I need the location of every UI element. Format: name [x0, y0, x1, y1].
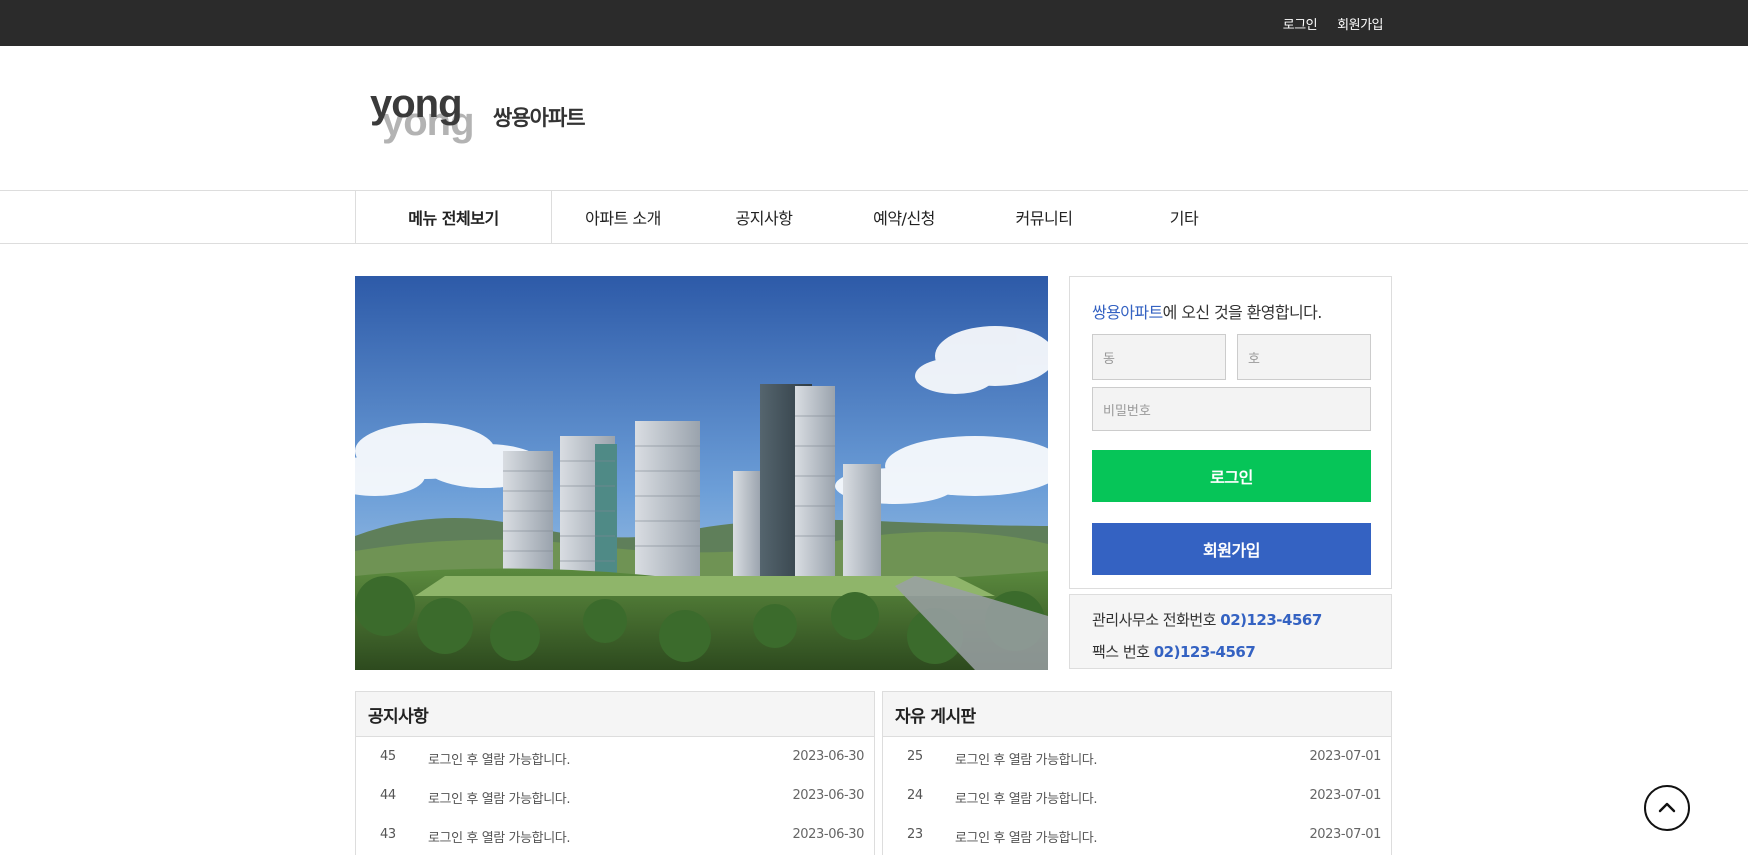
ho-placeholder: 호: [1248, 351, 1260, 367]
top-login-link[interactable]: 로그인: [1283, 14, 1318, 33]
chevron-up-icon: [1658, 802, 1676, 813]
logo-site-name: 쌍용아파트: [493, 106, 586, 130]
post-date: 2023-07-01: [1309, 827, 1381, 842]
main-nav: 메뉴 전체보기 아파트 소개 공지사항 예약/신청 커뮤니티 기타: [0, 190, 1748, 244]
post-date: 2023-06-30: [792, 749, 864, 764]
top-bar: 로그인 회원가입: [0, 0, 1748, 46]
hero-apartment-image: [355, 276, 1048, 670]
logo-mark-text: yong: [370, 82, 463, 126]
all-menu-button[interactable]: 메뉴 전체보기: [355, 191, 552, 243]
post-title[interactable]: 로그인 후 열람 가능합니다.: [428, 749, 570, 768]
free-board: 자유 게시판 25 로그인 후 열람 가능합니다. 2023-07-01 24 …: [882, 691, 1392, 855]
post-title[interactable]: 로그인 후 열람 가능합니다.: [955, 749, 1097, 768]
top-signup-link[interactable]: 회원가입: [1337, 14, 1383, 33]
list-item[interactable]: 45 로그인 후 열람 가능합니다. 2023-06-30: [356, 737, 874, 775]
password-placeholder: 비밀번호: [1103, 403, 1151, 419]
apartment-illustration: [355, 276, 1048, 670]
post-number: 44: [380, 788, 396, 803]
free-board-title[interactable]: 자유 게시판: [883, 692, 1391, 737]
welcome-text: 에 오신 것을 환영합니다.: [1162, 303, 1323, 322]
post-title[interactable]: 로그인 후 열람 가능합니다.: [428, 788, 570, 807]
fax-row: 팩스 번호 02)123-4567: [1092, 641, 1256, 662]
post-title[interactable]: 로그인 후 열람 가능합니다.: [955, 788, 1097, 807]
post-title[interactable]: 로그인 후 열람 가능합니다.: [955, 827, 1097, 846]
post-number: 43: [380, 827, 396, 842]
dong-input[interactable]: 동: [1092, 334, 1226, 380]
post-date: 2023-06-30: [792, 788, 864, 803]
office-phone-label: 관리사무소 전화번호: [1092, 611, 1216, 629]
post-date: 2023-06-30: [792, 827, 864, 842]
ho-input[interactable]: 호: [1237, 334, 1371, 380]
scroll-top-button[interactable]: [1644, 785, 1690, 831]
post-title[interactable]: 로그인 후 열람 가능합니다.: [428, 827, 570, 846]
fax-number: 02)123-4567: [1153, 643, 1256, 661]
post-number: 24: [907, 788, 923, 803]
nav-item-apartment-intro[interactable]: 아파트 소개: [552, 191, 694, 243]
office-phone-row: 관리사무소 전화번호 02)123-4567: [1092, 609, 1322, 630]
contact-info: 관리사무소 전화번호 02)123-4567 팩스 번호 02)123-4567: [1069, 594, 1392, 669]
welcome-brand: 쌍용아파트: [1092, 303, 1163, 322]
top-links: 로그인 회원가입: [1283, 0, 1384, 46]
list-item[interactable]: 24 로그인 후 열람 가능합니다. 2023-07-01: [883, 776, 1391, 814]
nav-item-notice[interactable]: 공지사항: [694, 191, 834, 243]
logo-mark: yong yong: [370, 82, 490, 148]
post-date: 2023-07-01: [1309, 749, 1381, 764]
post-date: 2023-07-01: [1309, 788, 1381, 803]
list-item[interactable]: 23 로그인 후 열람 가능합니다. 2023-07-01: [883, 815, 1391, 853]
welcome-message: 쌍용아파트에 오신 것을 환영합니다.: [1092, 299, 1322, 323]
signup-button[interactable]: 회원가입: [1092, 523, 1371, 575]
post-number: 25: [907, 749, 923, 764]
dong-placeholder: 동: [1103, 351, 1115, 367]
list-item[interactable]: 44 로그인 후 열람 가능합니다. 2023-06-30: [356, 776, 874, 814]
list-item[interactable]: 25 로그인 후 열람 가능합니다. 2023-07-01: [883, 737, 1391, 775]
office-phone-number: 02)123-4567: [1220, 611, 1322, 629]
login-button[interactable]: 로그인: [1092, 450, 1371, 502]
notice-board: 공지사항 45 로그인 후 열람 가능합니다. 2023-06-30 44 로그…: [355, 691, 875, 855]
nav-item-community[interactable]: 커뮤니티: [974, 191, 1114, 243]
nav-item-etc[interactable]: 기타: [1114, 191, 1254, 243]
login-panel: 쌍용아파트에 오신 것을 환영합니다. 동 호 비밀번호 로그인 회원가입: [1069, 276, 1392, 589]
post-number: 45: [380, 749, 396, 764]
site-logo[interactable]: yong yong 쌍용아파트: [370, 82, 630, 152]
post-number: 23: [907, 827, 923, 842]
nav-item-reservation[interactable]: 예약/신청: [834, 191, 974, 243]
password-input[interactable]: 비밀번호: [1092, 387, 1371, 431]
notice-board-title[interactable]: 공지사항: [356, 692, 874, 737]
fax-label: 팩스 번호: [1092, 643, 1150, 661]
list-item[interactable]: 43 로그인 후 열람 가능합니다. 2023-06-30: [356, 815, 874, 853]
